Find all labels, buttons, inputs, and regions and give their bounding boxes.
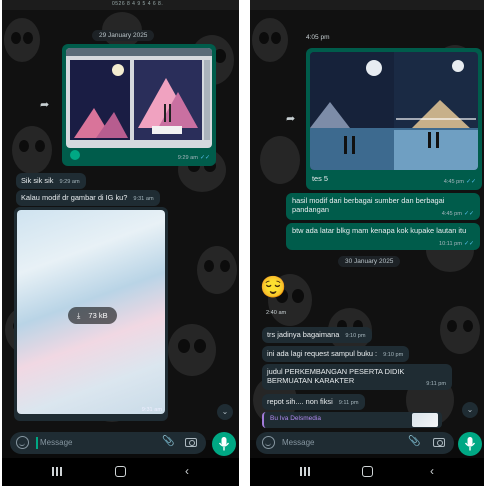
file-size: 73 kB — [88, 311, 108, 320]
mic-button[interactable] — [458, 432, 482, 456]
file-message[interactable]: ⤓ 73 kB 9:31 am — [14, 207, 168, 421]
message-text: trs jadinya bagaimana — [267, 330, 340, 339]
back-icon[interactable]: ‹ — [185, 464, 189, 478]
mic-icon — [218, 437, 230, 451]
message-bubble[interactable]: hasil modif dari berbagai sumber dan ber… — [286, 193, 480, 220]
mic-button[interactable] — [212, 432, 236, 456]
attach-icon[interactable]: 📎 — [408, 436, 420, 447]
status-bar — [250, 0, 484, 10]
message-time: 2:40 am — [266, 310, 287, 316]
message-text: Sik sik sik — [21, 176, 54, 185]
emoji-icon[interactable] — [16, 436, 29, 449]
image-thumbnail[interactable] — [66, 48, 212, 148]
quoted-thumbnail — [412, 413, 438, 427]
message-text: hasil modif dari berbagai sumber dan ber… — [292, 196, 445, 215]
recents-icon[interactable] — [52, 467, 62, 476]
forward-icon[interactable]: ➦ — [286, 112, 295, 125]
message-time: 4:05 pm — [306, 34, 330, 41]
message-text: Kalau modif dr gambar di IG ku? — [21, 193, 128, 202]
read-ticks-icon: ✓✓ — [199, 155, 210, 161]
message-text: judul PERKEMBANGAN PESERTA DIDIK BERMUAT… — [267, 367, 405, 386]
message-time: 4:45 pm ✓✓ — [443, 179, 476, 185]
message-bubble[interactable]: judul PERKEMBANGAN PESERTA DIDIK BERMUAT… — [262, 364, 452, 390]
message-bubble[interactable]: Kalau modif dr gambar di IG ku? 9:31 am — [16, 190, 160, 206]
image-message[interactable]: tes 5 4:45 pm ✓✓ — [306, 48, 482, 190]
message-bubble[interactable]: trs jadinya bagaimana 9:10 pm — [262, 327, 372, 343]
message-time: 9:11 pm — [338, 400, 359, 406]
read-ticks-icon: ✓✓ — [463, 210, 474, 217]
message-time: 9:31 am — [141, 407, 162, 413]
date-chip: 29 January 2025 — [92, 30, 155, 41]
message-bubble[interactable]: Sik sik sik 9:29 am — [16, 173, 86, 189]
message-time: 10:11 pm ✓✓ — [439, 240, 474, 247]
status-text: 0526 8 4 9 5 4 6 8. — [112, 1, 164, 7]
message-time: 9:10 pm — [383, 352, 404, 358]
app-badge-icon — [70, 150, 80, 160]
message-time: 4:45 pm ✓✓ — [441, 210, 474, 217]
back-icon[interactable]: ‹ — [430, 464, 434, 478]
message-time: 9:31 am — [133, 196, 154, 202]
emoji-message[interactable]: 😌 — [260, 276, 286, 300]
quoted-sender: Bu Iva Delsmedia — [270, 415, 321, 422]
attach-icon[interactable]: 📎 — [162, 436, 174, 447]
chat-screen-right: 4:05 pm ➦ tes 5 4:45 pm ✓✓ hasil modif d… — [250, 0, 484, 486]
camera-icon[interactable] — [433, 438, 445, 447]
message-time: 9:29 am — [59, 179, 80, 185]
message-text: ini ada lagi request sampul buku : — [267, 349, 378, 358]
text-cursor — [36, 437, 38, 449]
mic-icon — [464, 437, 476, 451]
android-nav-bar: ‹ — [2, 458, 239, 486]
message-time: 9:29 am ✓✓ — [177, 155, 210, 161]
recents-icon[interactable] — [300, 467, 310, 476]
chevron-down-icon: ⌄ — [221, 407, 229, 416]
chat-screen-left: 0526 8 4 9 5 4 6 8. 29 January 2025 ➦ 9:… — [2, 0, 239, 486]
image-thumbnail[interactable] — [310, 52, 478, 170]
scroll-to-bottom-button[interactable]: ⌄ — [462, 402, 478, 418]
message-input[interactable]: Message — [282, 438, 314, 447]
date-chip: 30 January 2025 — [338, 256, 401, 267]
image-caption: tes 5 — [312, 174, 329, 183]
message-input-bar[interactable]: Message 📎 — [10, 432, 206, 454]
read-ticks-icon: ✓✓ — [465, 179, 476, 185]
message-time: 9:11 pm — [426, 381, 446, 388]
message-input[interactable]: Message — [40, 438, 72, 447]
scroll-to-bottom-button[interactable]: ⌄ — [217, 404, 233, 420]
download-icon: ⤓ — [77, 311, 81, 320]
emoji-icon[interactable] — [262, 436, 275, 449]
message-text: btw ada latar blkg mam kenapa kok kupake… — [292, 226, 467, 235]
message-bubble[interactable]: btw ada latar blkg mam kenapa kok kupake… — [286, 223, 480, 250]
message-bubble[interactable]: repot sih.... non fiksi 9:11 pm — [262, 394, 365, 410]
camera-icon[interactable] — [185, 438, 197, 447]
home-icon[interactable] — [362, 466, 373, 477]
read-ticks-icon: ✓✓ — [463, 240, 474, 247]
message-text: repot sih.... non fiksi — [267, 397, 333, 406]
quoted-message[interactable]: Bu Iva Delsmedia — [262, 412, 442, 428]
home-icon[interactable] — [115, 466, 126, 477]
chevron-down-icon: ⌄ — [466, 405, 474, 414]
status-bar: 0526 8 4 9 5 4 6 8. — [2, 0, 239, 10]
message-input-bar[interactable]: Message 📎 — [256, 432, 454, 454]
message-bubble[interactable]: ini ada lagi request sampul buku : 9:10 p… — [262, 346, 410, 362]
message-time: 9:10 pm — [345, 333, 366, 339]
android-nav-bar: ‹ — [250, 458, 484, 486]
image-message[interactable]: 9:29 am ✓✓ — [62, 44, 216, 166]
download-button[interactable]: ⤓ 73 kB — [68, 307, 117, 325]
forward-icon[interactable]: ➦ — [40, 98, 49, 111]
